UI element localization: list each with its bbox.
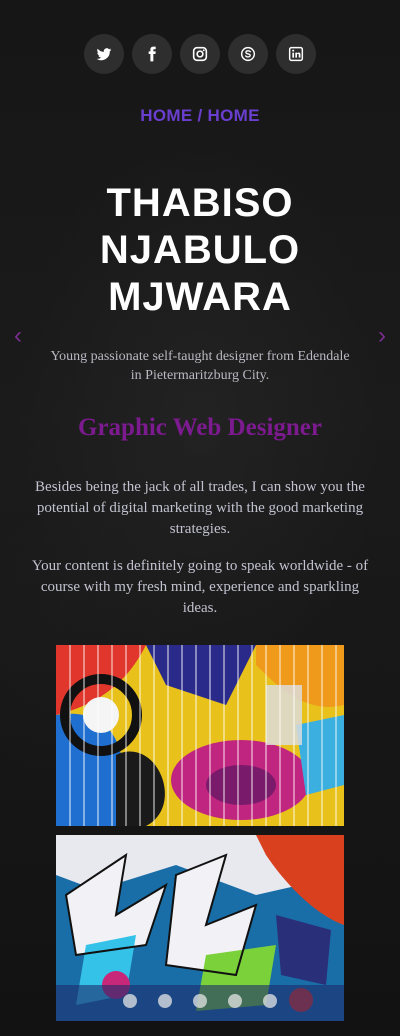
carousel-dots bbox=[0, 994, 400, 1008]
tagline: Young passionate self-taught designer fr… bbox=[50, 349, 350, 383]
carousel-dot[interactable] bbox=[158, 994, 172, 1008]
linkedin-link[interactable] bbox=[276, 34, 316, 74]
skype-icon bbox=[240, 46, 256, 62]
carousel-dot[interactable] bbox=[263, 994, 277, 1008]
carousel-dot[interactable] bbox=[228, 994, 242, 1008]
breadcrumb-separator: / bbox=[197, 106, 203, 125]
instagram-link[interactable] bbox=[180, 34, 220, 74]
title-line-first: THABISO bbox=[106, 181, 294, 225]
pitch-paragraph: Your content is definitely going to spea… bbox=[31, 558, 369, 616]
breadcrumb-current: HOME bbox=[207, 106, 260, 125]
page-title: THABISO NJABULO MJWARA bbox=[0, 180, 400, 321]
instagram-icon bbox=[192, 46, 208, 62]
linkedin-icon bbox=[288, 46, 304, 62]
facebook-link[interactable] bbox=[132, 34, 172, 74]
breadcrumb-home-link[interactable]: HOME bbox=[140, 106, 192, 125]
graffiti-image-top bbox=[56, 645, 344, 826]
twitter-icon bbox=[96, 48, 112, 61]
skype-link[interactable] bbox=[228, 34, 268, 74]
social-links bbox=[0, 34, 400, 74]
carousel-prev-arrow-icon[interactable]: ‹ bbox=[14, 322, 22, 350]
title-line-last: MJWARA bbox=[108, 275, 292, 319]
role-heading: Graphic Web Designer bbox=[78, 414, 322, 441]
intro-paragraph: Besides being the jack of all trades, I … bbox=[35, 479, 365, 537]
twitter-link[interactable] bbox=[84, 34, 124, 74]
facebook-icon bbox=[148, 46, 156, 62]
carousel-dot[interactable] bbox=[123, 994, 137, 1008]
carousel-next-arrow-icon[interactable]: › bbox=[378, 322, 386, 350]
title-line-middle: NJABULO bbox=[99, 228, 301, 272]
breadcrumb: HOME / HOME bbox=[0, 106, 400, 126]
carousel-dot[interactable] bbox=[193, 994, 207, 1008]
